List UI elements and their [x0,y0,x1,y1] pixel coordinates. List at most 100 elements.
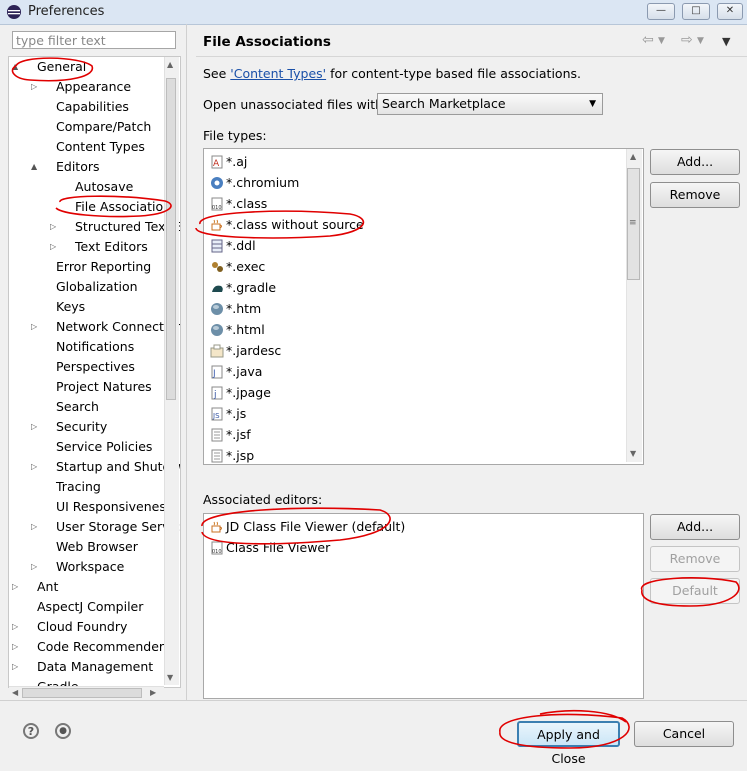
expand-arrow-icon[interactable]: ▷ [31,417,41,437]
tree-item[interactable]: Globalization [56,277,138,297]
tree-item[interactable]: Perspectives [56,357,135,377]
scroll-up-icon[interactable]: ▲ [630,152,636,161]
file-type-row-label: *.java [226,364,263,379]
open-unassociated-select[interactable]: Search Marketplace ▼ [377,93,603,115]
file-type-row[interactable]: *.gradle [210,277,276,298]
remove-editor-button[interactable]: Remove [650,546,740,572]
scroll-left-icon[interactable]: ◀ [12,688,18,697]
tree-item[interactable]: Project Natures [56,377,152,397]
tree-item[interactable]: AspectJ Compiler [37,597,143,617]
expand-arrow-icon[interactable]: ▷ [31,557,41,577]
tree-vertical-thumb[interactable] [166,78,176,400]
file-type-row[interactable]: j *.jpage [210,382,271,403]
text-file-icon [211,428,223,442]
scroll-up-icon[interactable]: ▲ [167,60,173,69]
file-type-row-label: *.jsf [226,427,251,442]
filter-input[interactable] [12,31,176,49]
expand-arrow-icon[interactable]: ▷ [12,637,22,657]
add-file-type-button[interactable]: Add... [650,149,740,175]
apply-and-close-button[interactable]: Apply and Close [517,721,620,766]
file-type-row[interactable]: A *.aj [210,151,247,172]
editor-row[interactable]: JD Class File Viewer (default) [210,516,405,537]
tree-item[interactable]: Error Reporting [56,257,151,277]
file-type-row[interactable]: *.chromium [210,172,299,193]
tree-item[interactable]: Autosave [75,177,133,197]
select-value: Search Marketplace [382,96,506,111]
tree-item[interactable]: Web Browser [56,537,138,557]
view-menu-icon[interactable]: ▼ [722,35,730,48]
import-export-icon[interactable]: ● [55,723,71,739]
file-type-row[interactable]: JS *.js [210,403,246,424]
tree-item[interactable]: Notifications [56,337,134,357]
forward-menu-icon[interactable]: ▼ [697,36,704,46]
tree-item[interactable]: User Storage Service [56,517,180,537]
tree-item[interactable]: Ant [37,577,58,597]
expand-arrow-icon[interactable]: ▷ [12,657,22,677]
minimize-button[interactable]: — [647,3,675,20]
content-types-link[interactable]: 'Content Types' [230,66,326,81]
file-type-row[interactable]: *.jsf [210,424,251,445]
help-icon[interactable]: ? [23,723,39,739]
tree-item[interactable]: Tracing [56,477,101,497]
file-type-row[interactable]: 010 *.class [210,193,267,214]
expand-arrow-icon[interactable]: ▷ [31,77,41,97]
expand-arrow-icon[interactable]: ▷ [31,517,41,537]
tree-item[interactable]: Capabilities [56,97,129,117]
preference-tree: ▲ General ▷ Appearance Capabilities Compare/P… [8,56,181,688]
tree-item[interactable]: Text Editors [75,237,148,257]
file-type-row[interactable]: J *.java [210,361,262,382]
tree-item[interactable]: Code Recommenders [37,637,171,657]
tree-item[interactable]: Network Connections [56,317,180,337]
globe-icon [211,303,223,315]
remove-file-type-button[interactable]: Remove [650,182,740,208]
expand-arrow-icon[interactable]: ▷ [50,217,60,237]
file-type-row[interactable]: *.html [210,319,265,340]
forward-arrow-icon[interactable]: ⇨ [681,32,693,48]
tree-item[interactable]: Content Types [56,137,145,157]
editor-row-label: Class File Viewer [226,540,331,555]
file-type-row[interactable]: *.jsp [210,445,254,464]
add-editor-button[interactable]: Add... [650,514,740,540]
tree-item[interactable]: Search [56,397,99,417]
tree-item[interactable]: Service Policies [56,437,152,457]
file-type-row[interactable]: *.jardesc [210,340,281,361]
tree-item[interactable]: Security [56,417,107,437]
tree-horizontal-thumb[interactable] [22,688,142,698]
tree-item[interactable]: Cloud Foundry [37,617,127,637]
expand-arrow-icon[interactable]: ▷ [31,317,41,337]
tree-item[interactable]: Editors [56,157,100,177]
file-type-row[interactable]: *.htm [210,298,261,319]
expand-arrow-icon[interactable]: ▷ [31,457,41,477]
file-type-row[interactable]: *.exec [210,256,265,277]
default-editor-button[interactable]: Default [650,578,740,604]
back-arrow-icon[interactable]: ⇦ [642,32,654,48]
tree-item[interactable]: General [37,57,86,77]
tree-item[interactable]: Data Management [37,657,153,677]
pane-divider[interactable] [186,24,187,700]
file-type-row[interactable]: *.ddl [210,235,256,256]
expand-arrow-icon[interactable]: ▷ [12,617,22,637]
tree-item[interactable]: File Associations [75,197,178,217]
expand-arrow-icon[interactable]: ▷ [12,577,22,597]
collapse-arrow-icon[interactable]: ▲ [31,157,41,177]
tree-item[interactable]: UI Responsiveness [56,497,172,517]
globe-icon [211,324,223,336]
svg-text:010: 010 [212,205,222,211]
expand-arrow-icon[interactable]: ▷ [50,237,60,257]
tree-item[interactable]: Compare/Patch [56,117,151,137]
javascript-file-icon: JS [211,407,223,421]
cancel-button[interactable]: Cancel [634,721,734,747]
collapse-arrow-icon[interactable]: ▲ [12,57,22,77]
tree-item[interactable]: Workspace [56,557,124,577]
tree-item[interactable]: Appearance [56,77,131,97]
tree-item[interactable]: Startup and Shutdown [56,457,180,477]
scroll-right-icon[interactable]: ▶ [150,688,156,697]
close-button[interactable]: ✕ [717,3,743,20]
scroll-down-icon[interactable]: ▼ [630,449,636,458]
file-type-row[interactable]: *.class without source [210,214,364,235]
maximize-button[interactable]: □ [682,3,710,20]
editor-row[interactable]: 010 Class File Viewer [210,537,330,558]
scroll-down-icon[interactable]: ▼ [167,673,173,682]
back-menu-icon[interactable]: ▼ [658,36,665,46]
tree-item[interactable]: Keys [56,297,85,317]
